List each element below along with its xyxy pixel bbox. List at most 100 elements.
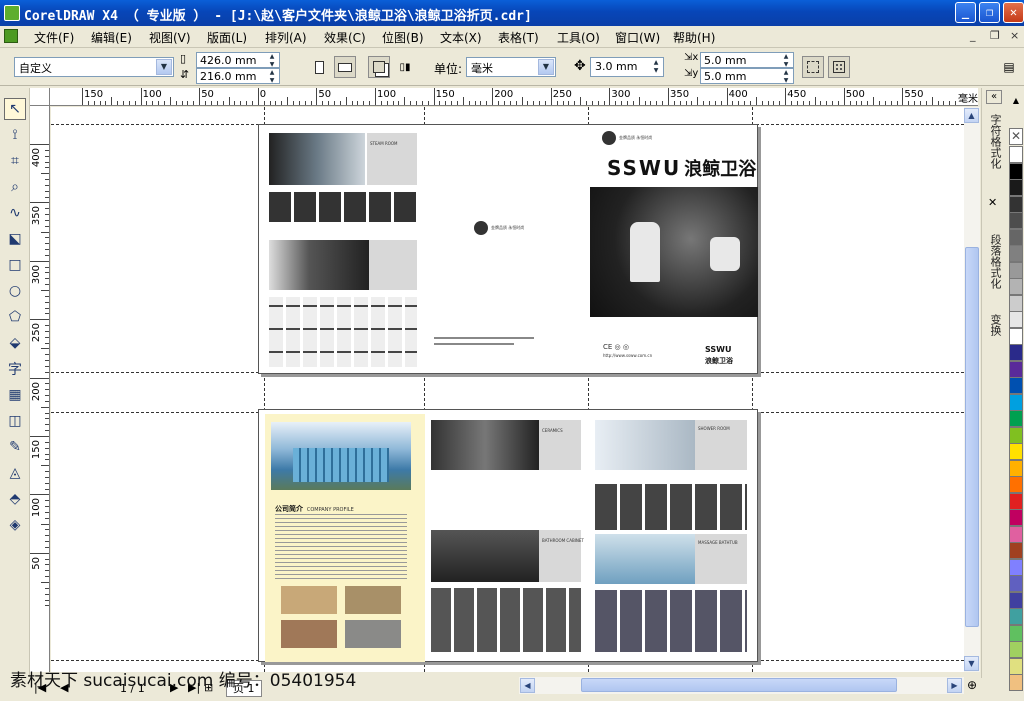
all-pages-icon[interactable] [368, 56, 390, 78]
color-swatch[interactable] [1009, 146, 1023, 163]
scroll-right-icon[interactable]: ▶ [947, 678, 962, 693]
color-swatch[interactable] [1009, 542, 1023, 559]
color-swatch[interactable] [1009, 195, 1023, 213]
color-swatch[interactable] [1009, 525, 1023, 543]
menu-edit[interactable]: 编辑(E) [91, 29, 132, 46]
menu-help[interactable]: 帮助(H) [673, 29, 715, 46]
color-swatch[interactable] [1009, 641, 1023, 658]
rectangle-tool-icon[interactable]: □ [4, 254, 26, 276]
color-swatch[interactable] [1009, 344, 1023, 361]
color-swatch[interactable] [1009, 278, 1023, 295]
duplicate-distance-x-input[interactable]: 5.0 mm ▲ ▼ [700, 52, 794, 68]
color-swatch[interactable] [1009, 228, 1023, 246]
color-swatch[interactable] [1009, 608, 1023, 625]
color-swatch[interactable] [1009, 459, 1023, 477]
color-swatch[interactable] [1009, 476, 1023, 493]
duplicate-distance-y-input[interactable]: 5.0 mm ▲ ▼ [700, 68, 794, 84]
horizontal-scrollbar[interactable]: ◀ ▶ [519, 677, 964, 694]
scroll-up-icon[interactable]: ▲ [964, 108, 979, 123]
color-swatch[interactable] [1009, 393, 1023, 411]
mdi-minimize-button[interactable]: _ [970, 29, 976, 42]
freehand-tool-icon[interactable]: ∿ [4, 202, 26, 224]
color-swatch[interactable] [1009, 360, 1023, 378]
crop-tool-icon[interactable]: ⌗ [4, 150, 26, 172]
docker-tab-character-formatting[interactable]: 字符格式化 [985, 114, 1003, 169]
horizontal-scroll-thumb[interactable] [581, 678, 897, 692]
color-swatch[interactable] [1009, 674, 1023, 691]
color-swatch[interactable] [1009, 558, 1023, 576]
color-swatch[interactable] [1009, 261, 1023, 279]
menu-layout[interactable]: 版面(L) [207, 29, 247, 46]
vertical-scroll-thumb[interactable] [965, 247, 979, 627]
color-swatch[interactable] [1009, 212, 1023, 229]
color-swatch[interactable] [1009, 624, 1023, 642]
color-swatch[interactable] [1009, 327, 1023, 345]
close-button[interactable]: ✕ [1003, 2, 1024, 23]
color-swatch[interactable] [1009, 492, 1023, 510]
landscape-icon[interactable] [334, 56, 356, 78]
vertical-scrollbar[interactable]: ▲ ▼ [964, 107, 980, 672]
restore-button[interactable]: ❐ [979, 2, 1000, 23]
docker-tab-paragraph-formatting[interactable]: 段落格式化 [985, 234, 1003, 289]
close-docker-icon[interactable]: ✕ [988, 196, 997, 209]
spin-icon[interactable]: ▲ ▼ [780, 69, 792, 87]
treat-as-filled-icon[interactable] [802, 56, 824, 78]
menu-table[interactable]: 表格(T) [498, 29, 539, 46]
unit-select[interactable]: 毫米 ▼ [466, 57, 556, 77]
table-tool-icon[interactable]: ▦ [4, 384, 26, 406]
menu-arrange[interactable]: 排列(A) [265, 29, 307, 46]
eyedropper-icon[interactable]: ✎ [4, 436, 26, 458]
color-swatch[interactable] [1009, 410, 1023, 427]
interactive-fill-icon[interactable]: ◈ [4, 514, 26, 536]
document-icon[interactable] [4, 29, 18, 43]
polygon-tool-icon[interactable]: ⬠ [4, 306, 26, 328]
page-outside[interactable]: STEAM ROOM 金牌品质 永恒时尚 金牌品质 永恒时尚 SSWU 浪鲸卫浴 … [258, 124, 758, 374]
page-height-input[interactable]: 216.0 mm ▲ ▼ [196, 68, 280, 84]
menu-effects[interactable]: 效果(C) [324, 29, 366, 46]
menu-tools[interactable]: 工具(O) [557, 29, 600, 46]
portrait-icon[interactable] [308, 56, 330, 78]
interactive-blend-icon[interactable]: ◫ [4, 410, 26, 432]
current-page-icon[interactable]: ▯▮ [394, 56, 416, 78]
drawing-canvas[interactable]: STEAM ROOM 金牌品质 永恒时尚 金牌品质 永恒时尚 SSWU 浪鲸卫浴 … [51, 107, 964, 672]
color-swatch[interactable] [1009, 162, 1023, 180]
outline-tool-icon[interactable]: ◬ [4, 462, 26, 484]
mdi-restore-button[interactable]: ❐ [990, 29, 1000, 42]
color-swatch[interactable] [1009, 294, 1023, 312]
color-swatch[interactable] [1009, 443, 1023, 460]
menu-view[interactable]: 视图(V) [149, 29, 191, 46]
mdi-close-button[interactable]: × [1010, 29, 1019, 42]
paper-preset-select[interactable]: 自定义 ▼ [14, 57, 174, 77]
menu-file[interactable]: 文件(F) [34, 29, 74, 46]
color-swatch[interactable] [1009, 426, 1023, 444]
docker-tab-transform[interactable]: 变换 [985, 314, 1003, 336]
options-icon[interactable]: ▤ [998, 56, 1020, 78]
page-width-input[interactable]: 426.0 mm ▲ ▼ [196, 52, 280, 68]
snap-to-objects-icon[interactable] [828, 56, 850, 78]
color-swatch[interactable] [1009, 179, 1023, 196]
zoom-navigator-icon[interactable]: ⊕ [964, 678, 980, 694]
color-swatch[interactable] [1009, 509, 1023, 526]
ruler-origin[interactable] [30, 88, 50, 106]
shape-tool-icon[interactable]: ⟟ [4, 124, 26, 146]
color-swatch[interactable] [1009, 657, 1023, 675]
color-swatch[interactable] [1009, 245, 1023, 262]
horizontal-ruler[interactable]: 毫米 150 100 50 0 50 100 150 200 250 300 350 400 450 50… [50, 88, 978, 106]
color-swatch[interactable] [1009, 311, 1023, 328]
menu-text[interactable]: 文本(X) [440, 29, 482, 46]
chevron-down-icon[interactable]: ▼ [156, 59, 172, 75]
color-swatch[interactable] [1009, 377, 1023, 394]
menu-bitmaps[interactable]: 位图(B) [382, 29, 424, 46]
fill-tool-icon[interactable]: ⬘ [4, 488, 26, 510]
ellipse-tool-icon[interactable]: ○ [4, 280, 26, 302]
chevron-down-icon[interactable]: ▼ [538, 59, 554, 75]
color-swatch[interactable] [1009, 591, 1023, 609]
collapse-docker-icon[interactable]: « [986, 90, 1002, 104]
nudge-distance-input[interactable]: 3.0 mm ▲ ▼ [590, 57, 664, 77]
smart-fill-icon[interactable]: ⬕ [4, 228, 26, 250]
menu-window[interactable]: 窗口(W) [615, 29, 660, 46]
no-fill-swatch[interactable]: ✕ [1009, 128, 1023, 145]
pick-tool-icon[interactable]: ↖ [4, 98, 26, 120]
palette-scroll-up-icon[interactable]: ▲ [1009, 96, 1023, 106]
minimize-button[interactable]: _ [955, 2, 976, 23]
